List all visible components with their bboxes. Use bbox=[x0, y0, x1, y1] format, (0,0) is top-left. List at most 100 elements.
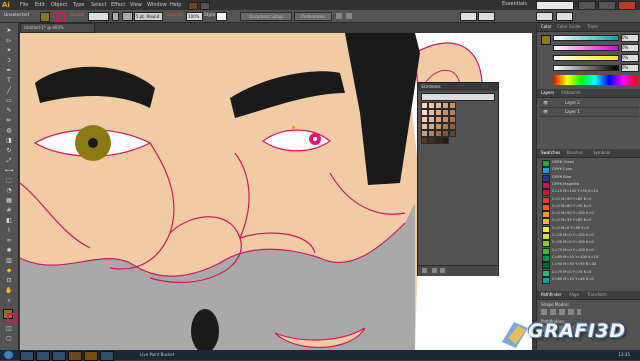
swatch-row[interactable]: C=80 M=10 Y=45 K=0 bbox=[539, 276, 635, 284]
skintone-swatch[interactable] bbox=[442, 109, 449, 116]
column-graph-tool-icon[interactable]: ▥ bbox=[4, 257, 14, 265]
tab-transparency[interactable]: Trans bbox=[587, 23, 598, 31]
yellow-slider[interactable] bbox=[553, 55, 619, 61]
hand-tool-icon[interactable]: ✋ bbox=[4, 287, 14, 295]
swatch-row[interactable]: C=50 M=0 Y=100 K=0 bbox=[539, 239, 635, 248]
swatch-row[interactable]: C=5 M=0 Y=90 K=0 bbox=[539, 225, 635, 233]
library-menu-icon[interactable] bbox=[422, 268, 427, 273]
skintone-swatch[interactable] bbox=[442, 116, 449, 123]
paintbrush-tool-icon[interactable]: ✎ bbox=[4, 107, 14, 115]
tab-color[interactable]: Color bbox=[541, 23, 551, 31]
menu-window[interactable]: Window bbox=[147, 0, 167, 10]
menu-view[interactable]: View bbox=[130, 0, 142, 10]
line-tool-icon[interactable]: ╱ bbox=[4, 87, 14, 95]
skintone-swatch[interactable] bbox=[435, 130, 442, 137]
fill-color-swatch[interactable] bbox=[40, 12, 50, 22]
tab-transform[interactable]: Transform bbox=[587, 291, 607, 299]
drawing-mode-icon[interactable]: ◫ bbox=[4, 325, 14, 333]
eye-icon[interactable]: 👁 bbox=[543, 99, 548, 107]
swatch-row[interactable]: C=15 M=100 Y=90 K=10 bbox=[539, 188, 635, 197]
symbol-sprayer-tool-icon[interactable]: ✺ bbox=[4, 247, 14, 255]
skintone-swatch[interactable] bbox=[442, 102, 449, 109]
swatch-row[interactable]: CMYK Cyan bbox=[539, 166, 635, 175]
next-library-icon[interactable] bbox=[440, 268, 445, 273]
skintone-swatch[interactable] bbox=[421, 116, 428, 123]
tab-layers[interactable]: Layers bbox=[541, 89, 554, 97]
skintone-swatch[interactable] bbox=[421, 137, 428, 144]
tab-brushes[interactable]: Brushes bbox=[567, 149, 583, 157]
skintone-swatch[interactable] bbox=[428, 137, 435, 144]
start-button-icon[interactable] bbox=[4, 351, 13, 359]
shape-builder-tool-icon[interactable]: ◔ bbox=[4, 187, 14, 195]
skintone-swatch[interactable] bbox=[442, 123, 449, 130]
scale-tool-icon[interactable]: ⤢ bbox=[4, 157, 14, 165]
layer-row[interactable]: 👁 Layer 2 bbox=[539, 99, 639, 108]
stroke-weight-field[interactable] bbox=[88, 12, 109, 21]
stroke-color-swatch[interactable] bbox=[56, 12, 66, 22]
rectangle-tool-icon[interactable]: ▭ bbox=[4, 97, 14, 105]
blob-brush-tool-icon[interactable]: ◍ bbox=[4, 127, 14, 135]
cyan-value[interactable]: 0% bbox=[621, 34, 639, 42]
skintone-swatch[interactable] bbox=[428, 130, 435, 137]
tab-align[interactable]: Align bbox=[569, 291, 579, 299]
swatch-row[interactable]: C=0 M=35 Y=85 K=0 bbox=[539, 217, 635, 226]
variable-width-dropdown[interactable] bbox=[112, 12, 119, 21]
skintone-swatch[interactable] bbox=[421, 102, 428, 109]
tab-pathfinder[interactable]: Pathfinder bbox=[541, 291, 562, 299]
width-field[interactable] bbox=[536, 12, 553, 21]
black-slider[interactable] bbox=[553, 65, 619, 71]
cyan-slider[interactable] bbox=[553, 35, 619, 41]
document-tab[interactable]: Untitled-1* @ 400% (CMYK/Preview) bbox=[20, 23, 95, 38]
skintone-swatch[interactable] bbox=[449, 102, 456, 109]
close-button[interactable] bbox=[618, 1, 636, 10]
search-help-input[interactable] bbox=[536, 1, 574, 10]
skintone-swatch[interactable] bbox=[428, 102, 435, 109]
skintone-swatch[interactable] bbox=[435, 102, 442, 109]
menu-help[interactable]: Help bbox=[170, 0, 181, 10]
menu-effect[interactable]: Effect bbox=[111, 0, 125, 10]
opacity-label[interactable]: Opacity bbox=[166, 12, 183, 20]
perspective-grid-tool-icon[interactable]: ▦ bbox=[4, 197, 14, 205]
swatch-row[interactable]: C=0 M=80 Y=95 K=0 bbox=[539, 203, 635, 211]
eyedropper-tool-icon[interactable]: ⌇ bbox=[4, 227, 14, 235]
layer-name[interactable]: Layer 2 bbox=[565, 99, 580, 107]
y-field[interactable] bbox=[478, 12, 495, 21]
skintone-swatch[interactable] bbox=[449, 130, 456, 137]
screen-mode-icon[interactable]: ▢ bbox=[4, 335, 14, 343]
swatch-row[interactable]: C=75 M=0 Y=100 K=0 bbox=[539, 247, 635, 255]
color-fill-indicator[interactable] bbox=[541, 35, 551, 45]
skintone-swatch[interactable] bbox=[435, 116, 442, 123]
mesh-tool-icon[interactable]: # bbox=[4, 207, 14, 215]
skintone-swatch[interactable] bbox=[421, 123, 428, 130]
brush-definition-dropdown[interactable]: 5 pt. Round bbox=[134, 12, 163, 21]
artboard-tool-icon[interactable]: ⊡ bbox=[4, 277, 14, 285]
x-field[interactable] bbox=[460, 12, 477, 21]
selection-tool-icon[interactable]: ➤ bbox=[4, 27, 14, 35]
pencil-tool-icon[interactable]: ✏ bbox=[4, 117, 14, 125]
preferences-button[interactable]: Preferences bbox=[294, 12, 332, 21]
swatch-row[interactable]: C=0 M=90 Y=85 K=0 bbox=[539, 196, 635, 204]
skintone-swatch[interactable] bbox=[449, 116, 456, 123]
magenta-value[interactable]: 0% bbox=[621, 44, 639, 52]
eraser-tool-icon[interactable]: ◨ bbox=[4, 137, 14, 145]
swatch-row[interactable]: C=0 M=50 Y=100 K=0 bbox=[539, 210, 635, 219]
gradient-tool-icon[interactable]: ◧ bbox=[4, 217, 14, 225]
skintone-swatch[interactable] bbox=[428, 116, 435, 123]
swatch-row[interactable]: CMYK Green bbox=[539, 159, 635, 167]
live-paint-bucket-tool-icon[interactable]: ◆ bbox=[4, 267, 14, 275]
swatch-row[interactable]: CMYK Magenta bbox=[539, 181, 635, 189]
skintone-swatch[interactable] bbox=[421, 109, 428, 116]
workspace-switcher[interactable]: Essentials bbox=[502, 1, 530, 8]
skintone-swatch[interactable] bbox=[442, 130, 449, 137]
eye-icon[interactable]: 👁 bbox=[543, 108, 548, 116]
minimize-button[interactable] bbox=[578, 1, 596, 10]
free-transform-tool-icon[interactable]: ⬚ bbox=[4, 177, 14, 185]
swatch-library-title[interactable]: Skintones bbox=[418, 83, 498, 91]
pen-tool-icon[interactable]: ✒ bbox=[4, 67, 14, 75]
tab-symbols[interactable]: Symbols bbox=[593, 149, 610, 157]
document-setup-button[interactable]: Document Setup bbox=[240, 12, 292, 21]
skintone-swatch[interactable] bbox=[435, 123, 442, 130]
blend-tool-icon[interactable]: ∞ bbox=[4, 237, 14, 245]
lasso-tool-icon[interactable]: ↄ bbox=[4, 57, 14, 65]
skintone-swatch[interactable] bbox=[449, 123, 456, 130]
